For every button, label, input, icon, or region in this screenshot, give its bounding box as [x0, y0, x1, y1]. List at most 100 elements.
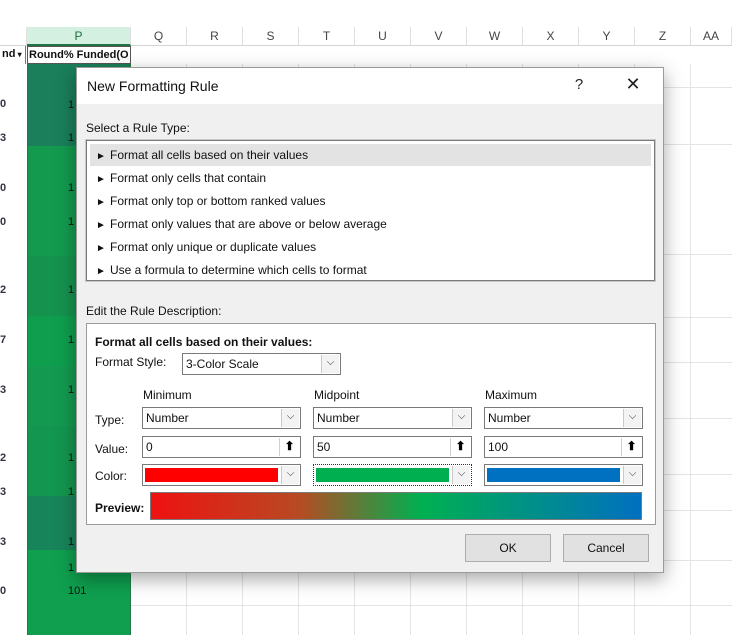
cell-value: 1 — [68, 452, 75, 464]
rule-type-label: Format only cells that contain — [110, 171, 267, 185]
bullet-arrow-icon: ► — [96, 174, 106, 185]
column-header-o[interactable] — [0, 27, 27, 46]
rule-description-panel: Format all cells based on their values: … — [86, 323, 656, 525]
column-header-p[interactable]: P — [27, 27, 131, 46]
midpoint-type-value: Number — [317, 411, 360, 425]
column-header-y[interactable]: Y — [579, 27, 635, 46]
chevron-down-icon[interactable]: ⌵ — [281, 466, 299, 484]
help-icon[interactable]: ? — [571, 76, 587, 93]
chevron-down-icon[interactable]: ⌵ — [321, 355, 339, 373]
format-style-value: 3-Color Scale — [186, 357, 259, 371]
edit-rule-description-label: Edit the Rule Description: — [86, 304, 222, 318]
rule-type-label: Use a formula to determine which cells t… — [110, 263, 367, 277]
header-fragment-text: nd — [2, 48, 16, 60]
color-scale-preview — [150, 492, 642, 520]
new-formatting-rule-dialog: New Formatting Rule ? ✕ Select a Rule Ty… — [76, 67, 664, 573]
range-select-icon[interactable]: ⬆ — [279, 438, 299, 456]
rule-type-item[interactable]: ► Format only values that are above or be… — [90, 213, 651, 235]
rule-type-item[interactable]: ► Format all cells based on their values — [90, 144, 651, 166]
chevron-down-icon[interactable]: ⌵ — [623, 409, 641, 427]
row-marker: 3 — [0, 536, 7, 548]
row-marker: 0 — [0, 216, 7, 228]
format-style-label: Format Style: — [95, 355, 167, 369]
column-header-aa[interactable]: AA — [691, 27, 732, 46]
column-header-q[interactable]: Q — [131, 27, 187, 46]
row-marker: 3 — [0, 384, 7, 396]
header-cell-round-funded[interactable]: Round% Funded(O — [27, 46, 131, 64]
column-header-v[interactable]: V — [411, 27, 467, 46]
cell-value: 1 — [68, 99, 75, 111]
column-header-s[interactable]: S — [243, 27, 299, 46]
header-cell-fragment[interactable]: nd ▾ — [0, 46, 26, 64]
filter-dropdown-icon[interactable]: ▾ — [15, 50, 22, 59]
select-rule-type-label: Select a Rule Type: — [86, 121, 190, 135]
row-marker: 2 — [0, 284, 7, 296]
rule-type-label: Format only values that are above or bel… — [110, 217, 387, 231]
maximum-value-text: 100 — [488, 440, 509, 454]
description-heading: Format all cells based on their values: — [95, 335, 313, 349]
ok-button[interactable]: OK — [465, 534, 551, 562]
chevron-down-icon[interactable]: ⌵ — [452, 466, 470, 484]
cell-value: 1 — [68, 284, 75, 296]
rule-type-item[interactable]: ► Use a formula to determine which cells … — [90, 259, 651, 281]
chevron-down-icon[interactable]: ⌵ — [623, 466, 641, 484]
maximum-type-dropdown[interactable]: Number ⌵ — [484, 407, 643, 429]
column-header-z[interactable]: Z — [635, 27, 691, 46]
value-label: Value: — [95, 442, 129, 456]
column-header-w[interactable]: W — [467, 27, 523, 46]
maximum-color-swatch — [487, 468, 620, 482]
format-style-dropdown[interactable]: 3-Color Scale ⌵ — [182, 353, 341, 375]
bullet-arrow-icon: ► — [96, 243, 106, 254]
row-marker: 7 — [0, 334, 7, 346]
cancel-button[interactable]: Cancel — [563, 534, 649, 562]
gridline — [131, 605, 732, 606]
type-label: Type: — [95, 413, 125, 427]
bullet-arrow-icon: ► — [96, 151, 106, 162]
dialog-title: New Formatting Rule — [87, 78, 219, 94]
minimum-color-swatch — [145, 468, 278, 482]
row-marker: 3 — [0, 132, 7, 144]
minimum-type-dropdown[interactable]: Number ⌵ — [142, 407, 301, 429]
minimum-label: Minimum — [143, 388, 192, 402]
bullet-arrow-icon: ► — [96, 266, 106, 277]
column-header-r[interactable]: R — [187, 27, 243, 46]
cell-value: 1 — [68, 486, 75, 498]
cell-value: 1 — [68, 562, 75, 574]
range-select-icon[interactable]: ⬆ — [450, 438, 470, 456]
midpoint-type-dropdown[interactable]: Number ⌵ — [313, 407, 472, 429]
midpoint-color-swatch — [316, 468, 449, 482]
minimum-value-input[interactable]: 0 ⬆ — [142, 436, 301, 458]
cell-value: 1 — [68, 132, 75, 144]
minimum-color-picker[interactable]: ⌵ — [142, 464, 301, 486]
midpoint-label: Midpoint — [314, 388, 360, 402]
column-header-u[interactable]: U — [355, 27, 411, 46]
bullet-arrow-icon: ► — [96, 197, 106, 208]
rule-type-label: Format only top or bottom ranked values — [110, 194, 326, 208]
maximum-color-picker[interactable]: ⌵ — [484, 464, 643, 486]
cell-value: 1 — [68, 216, 75, 228]
row-marker: 0 — [0, 182, 7, 194]
rule-type-label: Format all cells based on their values — [110, 148, 309, 162]
column-header-t[interactable]: T — [299, 27, 355, 46]
rule-type-item[interactable]: ► Format only unique or duplicate values — [90, 236, 651, 258]
dialog-titlebar[interactable]: New Formatting Rule ? ✕ — [77, 68, 663, 104]
color-label: Color: — [95, 469, 128, 483]
midpoint-color-picker[interactable]: ⌵ — [313, 464, 472, 486]
minimum-value-text: 0 — [146, 440, 153, 454]
cell-value: 1 — [68, 536, 75, 548]
chevron-down-icon[interactable]: ⌵ — [452, 409, 470, 427]
close-icon[interactable]: ✕ — [623, 74, 643, 95]
chevron-down-icon[interactable]: ⌵ — [281, 409, 299, 427]
range-select-icon[interactable]: ⬆ — [621, 438, 641, 456]
rule-type-list[interactable]: ► Format all cells based on their values … — [85, 139, 656, 282]
rule-type-item[interactable]: ► Format only cells that contain — [90, 167, 651, 189]
midpoint-value-text: 50 — [317, 440, 331, 454]
midpoint-value-input[interactable]: 50 ⬆ — [313, 436, 472, 458]
rule-type-item[interactable]: ► Format only top or bottom ranked values — [90, 190, 651, 212]
maximum-label: Maximum — [485, 388, 538, 402]
column-header-x[interactable]: X — [523, 27, 579, 46]
row-marker: 3 — [0, 486, 7, 498]
maximum-value-input[interactable]: 100 ⬆ — [484, 436, 643, 458]
rule-type-label: Format only unique or duplicate values — [110, 240, 317, 254]
cell-value: 1 — [68, 384, 75, 396]
